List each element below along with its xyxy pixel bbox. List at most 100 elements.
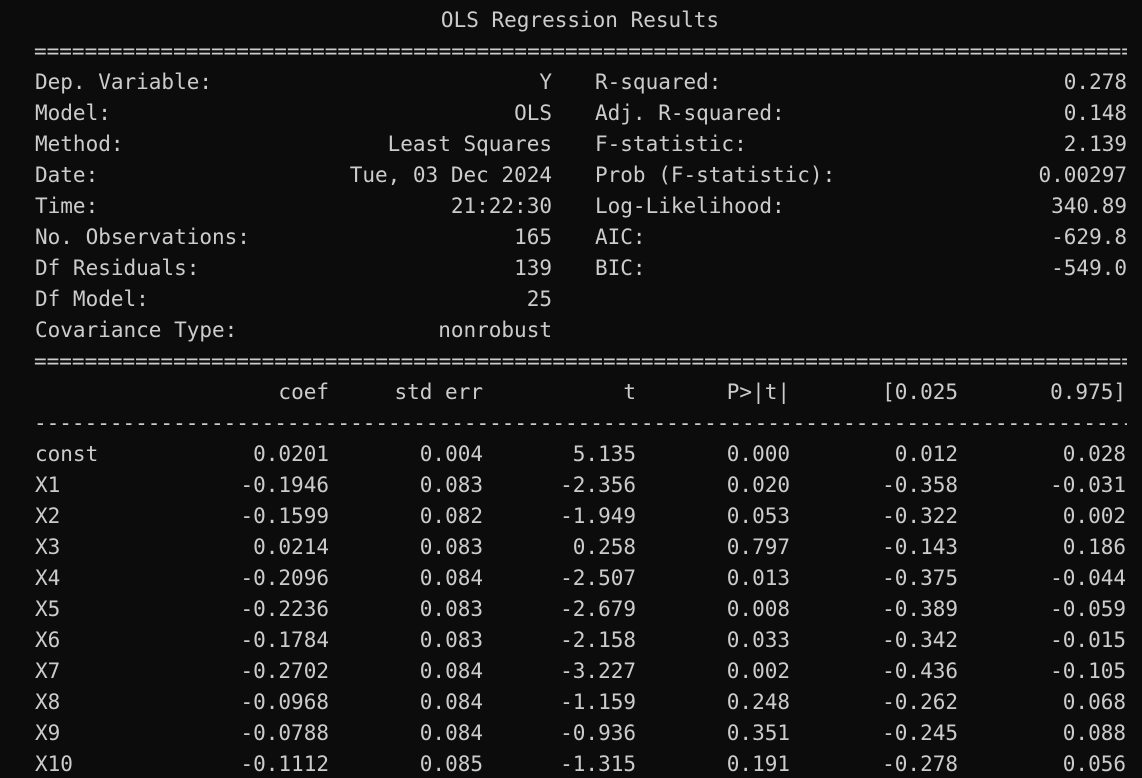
summary-right-value: 340.89	[1051, 194, 1127, 218]
coef-cell: -1.949	[560, 504, 636, 528]
summary-left-label: No. Observations:	[35, 225, 250, 249]
coef-cell: -0.936	[560, 721, 636, 745]
double-rule-middle: ========================================…	[34, 349, 1127, 373]
summary-left-value: 165	[514, 225, 552, 249]
summary-left-value: OLS	[514, 101, 552, 125]
summary-left-label: Dep. Variable:	[35, 70, 213, 94]
coef-cell: 5.135	[572, 442, 636, 466]
summary-right-label: Log-Likelihood:	[595, 194, 785, 218]
coef-cell: 0.000	[726, 442, 790, 466]
coef-cell: -0.031	[1050, 473, 1126, 497]
variable-name: X10	[35, 752, 73, 776]
coef-cell: -0.358	[882, 473, 958, 497]
variable-name: X7	[35, 659, 61, 683]
coef-cell: 0.033	[726, 628, 790, 652]
coef-cell: -0.1946	[240, 473, 329, 497]
coef-cell: 0.797	[726, 535, 790, 559]
summary-left-label: Method:	[35, 132, 124, 156]
coef-cell: 0.012	[894, 442, 958, 466]
summary-right-label: R-squared:	[595, 70, 722, 94]
summary-left-label: Time:	[35, 194, 99, 218]
coef-cell: -0.143	[882, 535, 958, 559]
summary-right-label: F-statistic:	[595, 132, 747, 156]
variable-name: const	[35, 442, 99, 466]
summary-left-label: Df Residuals:	[35, 256, 200, 280]
variable-name: X9	[35, 721, 61, 745]
single-rule: ----------------------------------------…	[34, 411, 1127, 435]
coef-cell: -3.227	[560, 659, 636, 683]
coef-header-cell: 0.975]	[1050, 380, 1126, 404]
summary-left-value: Tue, 03 Dec 2024	[349, 163, 552, 187]
coef-cell: 0.083	[419, 473, 483, 497]
double-rule-top: ========================================…	[34, 39, 1127, 63]
coef-cell: -0.1112	[240, 752, 329, 776]
terminal-output[interactable]: OLS Regression Results =================…	[0, 0, 1142, 778]
coef-cell: -0.1784	[240, 628, 329, 652]
coef-cell: 0.084	[419, 566, 483, 590]
coef-cell: -0.0968	[240, 690, 329, 714]
coef-header-cell: t	[623, 380, 636, 404]
variable-name: X6	[35, 628, 61, 652]
coef-cell: -0.389	[882, 597, 958, 621]
coef-cell: 0.248	[726, 690, 790, 714]
coef-header-cell: P>|t|	[726, 380, 790, 404]
coef-header-cell: std err	[394, 380, 483, 404]
summary-right-label: Prob (F-statistic):	[595, 163, 836, 187]
coef-cell: 0.056	[1062, 752, 1126, 776]
coef-cell: -0.015	[1050, 628, 1126, 652]
coef-cell: -0.262	[882, 690, 958, 714]
coef-cell: 0.004	[419, 442, 483, 466]
coef-cell: 0.258	[572, 535, 636, 559]
variable-name: X4	[35, 566, 61, 590]
variable-name: X2	[35, 504, 61, 528]
summary-right-value: 0.278	[1063, 70, 1127, 94]
coef-cell: -0.1599	[240, 504, 329, 528]
coef-cell: -2.507	[560, 566, 636, 590]
coef-cell: 0.013	[726, 566, 790, 590]
coef-cell: 0.002	[1062, 504, 1126, 528]
coef-cell: 0.0214	[253, 535, 329, 559]
coef-cell: -0.105	[1050, 659, 1126, 683]
coef-cell: 0.068	[1062, 690, 1126, 714]
summary-right-value: -549.0	[1051, 256, 1127, 280]
summary-right-label: BIC:	[595, 256, 646, 280]
coef-cell: 0.351	[726, 721, 790, 745]
summary-right-value: 0.00297	[1038, 163, 1127, 187]
summary-left-value: Least Squares	[387, 132, 552, 156]
coef-cell: -2.158	[560, 628, 636, 652]
coef-cell: -0.375	[882, 566, 958, 590]
coef-cell: -0.2236	[240, 597, 329, 621]
summary-right-value: 2.139	[1063, 132, 1127, 156]
coef-cell: 0.191	[726, 752, 790, 776]
summary-left-value: nonrobust	[438, 318, 552, 342]
summary-left-label: Model:	[35, 101, 111, 125]
coef-cell: 0.083	[419, 535, 483, 559]
summary-left-label: Df Model:	[35, 287, 149, 311]
coef-cell: -0.2702	[240, 659, 329, 683]
coef-cell: -0.322	[882, 504, 958, 528]
report-title: OLS Regression Results	[440, 8, 720, 32]
coef-cell: -1.315	[560, 752, 636, 776]
summary-left-value: 139	[514, 256, 552, 280]
coef-cell: 0.084	[419, 690, 483, 714]
coef-cell: -0.245	[882, 721, 958, 745]
coef-cell: 0.0201	[253, 442, 329, 466]
coef-cell: 0.008	[726, 597, 790, 621]
summary-left-value: 25	[526, 287, 552, 311]
coef-cell: 0.020	[726, 473, 790, 497]
summary-left-value: Y	[539, 70, 552, 94]
coef-cell: 0.053	[726, 504, 790, 528]
summary-right-value: 0.148	[1063, 101, 1127, 125]
coef-cell: 0.083	[419, 597, 483, 621]
coef-cell: -0.342	[882, 628, 958, 652]
coef-cell: 0.186	[1062, 535, 1126, 559]
coef-cell: 0.002	[726, 659, 790, 683]
coef-cell: 0.085	[419, 752, 483, 776]
coef-cell: 0.088	[1062, 721, 1126, 745]
coef-cell: -0.2096	[240, 566, 329, 590]
coef-cell: -0.278	[882, 752, 958, 776]
coef-cell: 0.082	[419, 504, 483, 528]
coef-cell: -1.159	[560, 690, 636, 714]
variable-name: X3	[35, 535, 61, 559]
variable-name: X1	[35, 473, 61, 497]
